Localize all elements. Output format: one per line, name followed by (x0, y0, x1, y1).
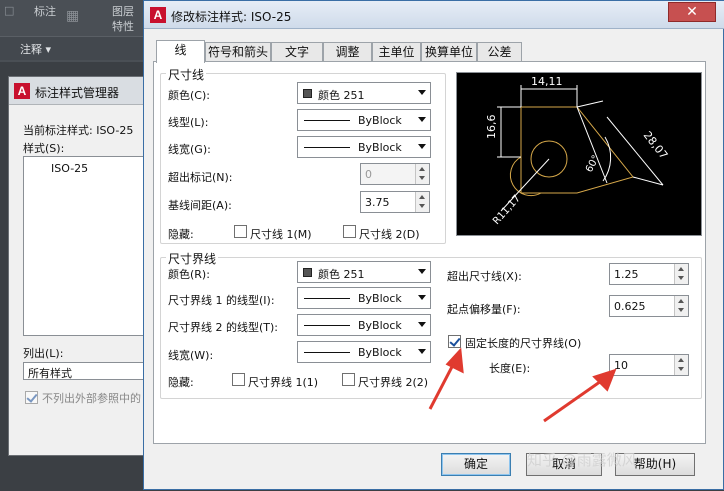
xref-checkbox-label: 不列出外部参照中的 (42, 392, 141, 405)
style-list-item[interactable]: ISO-25 (51, 162, 88, 175)
annotation-arrow-length (543, 368, 617, 423)
style-manager-title: 标注样式管理器 (35, 86, 120, 100)
ok-button[interactable]: 确定 (441, 453, 511, 476)
list-filter-value: 所有样式 (28, 367, 72, 380)
style-manager-titlebar: A 标注样式管理器 (9, 77, 159, 105)
style-manager-dialog: A 标注样式管理器 当前标注样式: ISO-25 样式(S): ISO-25 列… (8, 76, 159, 456)
autocad-logo-icon: A (14, 83, 30, 99)
current-style-label: 当前标注样式: ISO-25 (23, 124, 134, 137)
list-filter-select[interactable]: 所有样式 (23, 362, 159, 380)
table-icon: ▦ (66, 8, 80, 24)
arrow-shaft (428, 360, 457, 410)
ribbon-label-properties: 特性 (112, 20, 134, 33)
ribbon-annotate-dropdown[interactable]: 注释 ▾ (20, 41, 51, 57)
arrow-head (592, 368, 617, 392)
ribbon-panel-bar: 注释 ▾ (0, 36, 150, 60)
ribbon-tab-fragment: □ (4, 4, 15, 17)
arrow-shaft (543, 377, 605, 423)
styles-label: 样式(S): (23, 142, 65, 155)
styles-list[interactable]: ISO-25 (23, 156, 159, 336)
ribbon-label-layer: 图层 (112, 5, 134, 18)
tab-lines[interactable]: 线 (156, 40, 205, 63)
xref-checkbox[interactable] (25, 391, 38, 404)
annotation-arrows (428, 347, 617, 423)
annotation-arrow-checkbox (428, 347, 464, 410)
modify-dimstyle-dialog: A 修改标注样式: ISO-25 ✕ 线 符号和箭头 文字 调整 主单位 换算单… (143, 0, 724, 490)
watermark: 知乎 @雨露微风 (527, 451, 637, 469)
list-filter-label: 列出(L): (23, 347, 64, 360)
ribbon-label-dimension: 标注 (34, 5, 56, 18)
